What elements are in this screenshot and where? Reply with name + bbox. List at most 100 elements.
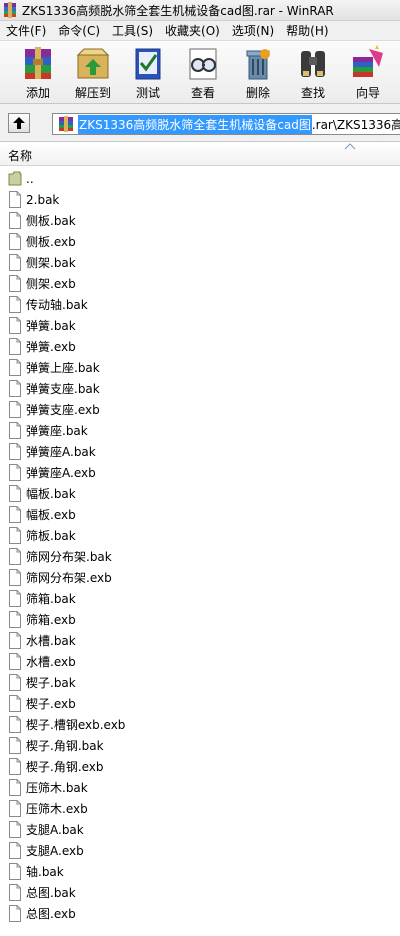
file-row[interactable]: 弹簧座.bak (0, 420, 400, 441)
test-icon (129, 45, 167, 81)
file-row[interactable]: 侧板.bak (0, 210, 400, 231)
file-row[interactable]: 侧架.exb (0, 273, 400, 294)
file-name: 侧板.exb (26, 235, 76, 249)
file-name: 弹簧上座.bak (26, 361, 100, 375)
file-icon (9, 779, 21, 796)
path-selected-text: ZKS1336高频脱水筛全套生机械设备cad图 (78, 114, 312, 134)
file-row[interactable]: 总图.bak (0, 882, 400, 903)
file-row[interactable]: 弹簧.bak (0, 315, 400, 336)
column-name-header[interactable]: 名称 (8, 147, 32, 164)
menu-options[interactable]: 选项(N) (226, 22, 280, 39)
parent-folder-row[interactable]: .. (0, 168, 400, 189)
file-row[interactable]: 2.bak (0, 189, 400, 210)
file-icon (9, 695, 21, 712)
file-name: 2.bak (26, 192, 60, 207)
file-row[interactable]: 楔子.角钢.bak (0, 735, 400, 756)
menu-file[interactable]: 文件(F) (0, 22, 52, 39)
file-row[interactable]: 楔子.bak (0, 672, 400, 693)
test-label: 测试 (135, 86, 160, 100)
path-field[interactable]: ZKS1336高频脱水筛全套生机械设备cad图 .rar\ZKS1336高频 (52, 113, 400, 135)
file-row[interactable]: 弹簧支座.exb (0, 399, 400, 420)
file-name: 水槽.bak (26, 634, 76, 648)
file-icon (9, 590, 21, 607)
file-row[interactable]: 筛箱.bak (0, 588, 400, 609)
address-bar: ZKS1336高频脱水筛全套生机械设备cad图 .rar\ZKS1336高频 (0, 104, 400, 142)
file-row[interactable]: 传动轴.bak (0, 294, 400, 315)
file-icon (9, 275, 21, 292)
file-name: 弹簧座.bak (26, 424, 88, 438)
menu-commands[interactable]: 命令(C) (52, 22, 106, 39)
file-icon (9, 401, 21, 418)
file-name: 总图.exb (26, 907, 76, 921)
add-button[interactable]: 添加 (10, 45, 66, 101)
file-name: 弹簧.exb (26, 340, 76, 354)
menu-favorites[interactable]: 收藏夹(O) (159, 22, 226, 39)
file-row[interactable]: 筛板.bak (0, 525, 400, 546)
add-label: 添加 (25, 86, 50, 100)
file-row[interactable]: 筛网分布架.exb (0, 567, 400, 588)
file-icon (9, 233, 21, 250)
column-header: 名称 (0, 142, 400, 166)
test-button[interactable]: 测试 (120, 45, 176, 101)
wizard-label: 向导 (355, 86, 380, 100)
file-icon (9, 506, 21, 523)
file-row[interactable]: 总图.exb (0, 903, 400, 924)
file-row[interactable]: 水槽.bak (0, 630, 400, 651)
menu-help[interactable]: 帮助(H) (280, 22, 334, 39)
file-icon (9, 359, 21, 376)
menu-tools[interactable]: 工具(S) (106, 22, 159, 39)
view-button[interactable]: 查看 (175, 45, 231, 101)
file-name: 总图.bak (26, 886, 76, 900)
file-name: 支腿A.bak (26, 823, 84, 837)
file-icon (9, 800, 21, 817)
file-row[interactable]: 压筛木.bak (0, 777, 400, 798)
wizard-button[interactable]: 向导 (340, 45, 396, 101)
file-row[interactable]: 支腿A.bak (0, 819, 400, 840)
file-name: 弹簧座A.bak (26, 445, 96, 459)
file-name: 筛箱.bak (26, 592, 76, 606)
file-row[interactable]: 楔子.角钢.exb (0, 756, 400, 777)
file-row[interactable]: 水槽.exb (0, 651, 400, 672)
menu-bar: 文件(F) 命令(C) 工具(S) 收藏夹(O) 选项(N) 帮助(H) (0, 21, 400, 41)
delete-button[interactable]: 删除 (230, 45, 286, 101)
file-row[interactable]: 弹簧座A.bak (0, 441, 400, 462)
file-row[interactable]: 弹簧支座.bak (0, 378, 400, 399)
file-row[interactable]: 筛箱.exb (0, 609, 400, 630)
rar-archive-icon (57, 116, 75, 132)
file-name: 弹簧.bak (26, 319, 76, 333)
file-row[interactable]: 幅板.bak (0, 483, 400, 504)
wizard-icon (349, 45, 387, 81)
file-icon (9, 569, 21, 586)
file-name: 压筛木.bak (26, 781, 88, 795)
file-row[interactable]: 轴.bak (0, 861, 400, 882)
delete-icon (239, 45, 277, 81)
file-row[interactable]: 侧板.exb (0, 231, 400, 252)
file-row[interactable]: 楔子.槽钢exb.exb (0, 714, 400, 735)
file-icon (9, 863, 21, 880)
file-name: 筛箱.exb (26, 613, 76, 627)
file-name: 幅板.exb (26, 508, 76, 522)
file-row[interactable]: 侧架.bak (0, 252, 400, 273)
file-row[interactable]: 幅板.exb (0, 504, 400, 525)
winrar-app-icon[interactable] (2, 2, 18, 18)
extract-to-button[interactable]: 解压到 (65, 45, 121, 101)
file-row[interactable]: 弹簧座A.exb (0, 462, 400, 483)
extract-to-label: 解压到 (74, 86, 111, 100)
file-icon (9, 191, 21, 208)
find-button[interactable]: 查找 (285, 45, 341, 101)
file-name: 楔子.exb (26, 697, 76, 711)
up-folder-button[interactable] (8, 113, 30, 133)
file-row[interactable]: 筛网分布架.bak (0, 546, 400, 567)
view-icon (184, 45, 222, 81)
file-row[interactable]: 压筛木.exb (0, 798, 400, 819)
file-row[interactable]: 支腿A.exb (0, 840, 400, 861)
file-row[interactable]: 弹簧上座.bak (0, 357, 400, 378)
file-icon (9, 674, 21, 691)
file-icon (9, 296, 21, 313)
file-row[interactable]: 弹簧.exb (0, 336, 400, 357)
file-row[interactable]: 楔子.exb (0, 693, 400, 714)
file-icon (9, 317, 21, 334)
file-icon (9, 422, 21, 439)
file-icon (9, 821, 21, 838)
file-name: 轴.bak (26, 865, 64, 879)
